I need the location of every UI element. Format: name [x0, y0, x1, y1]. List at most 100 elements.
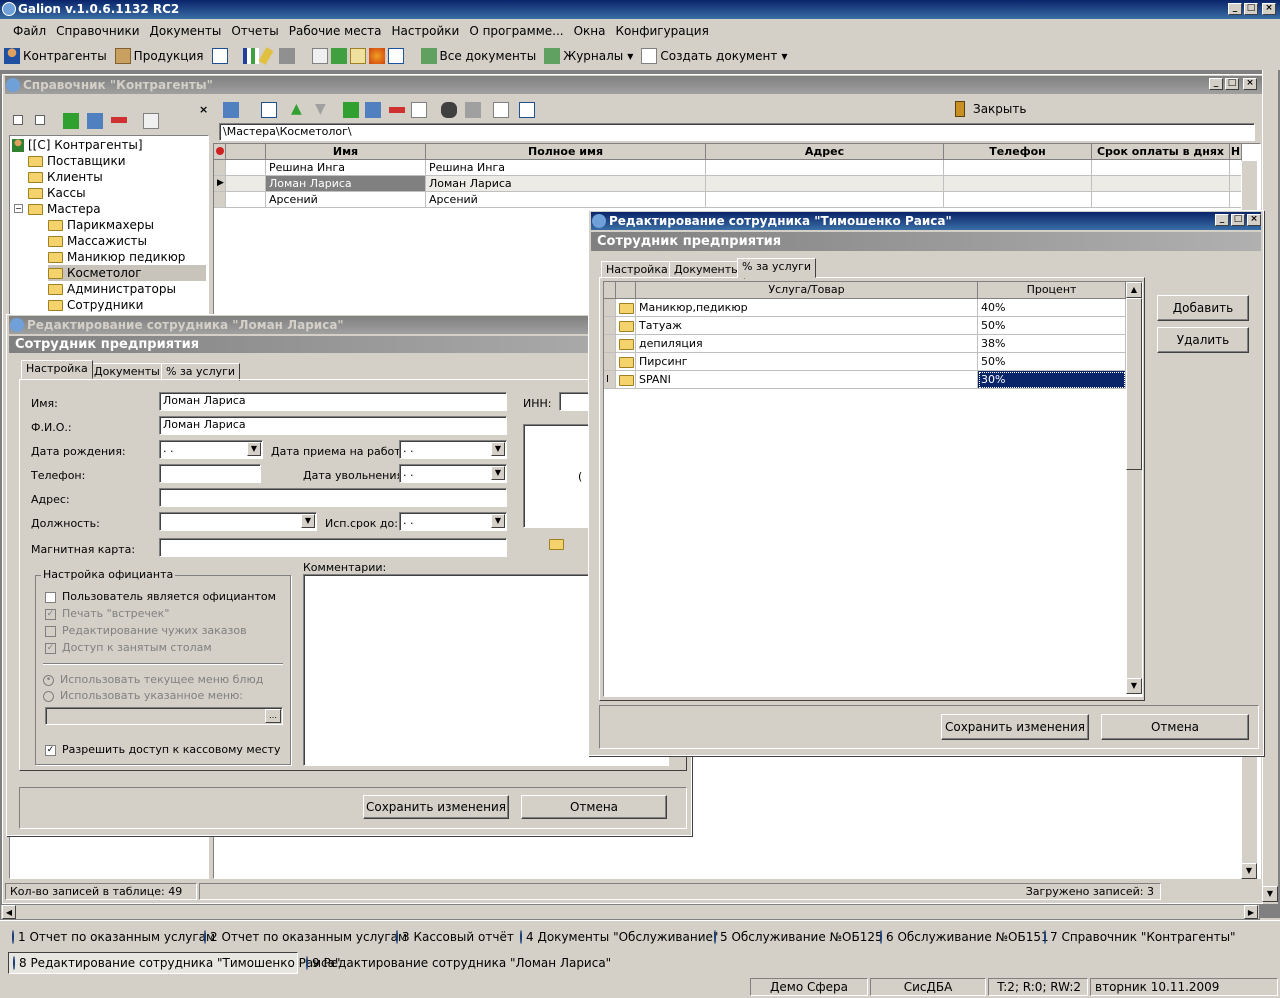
path-field[interactable]: \Мастера\Косметолог\ — [219, 123, 1255, 141]
table-cell[interactable]: Арсений — [426, 192, 706, 208]
dropdown-icon[interactable]: ▼ — [491, 466, 505, 480]
tree-item[interactable]: Поставщики — [28, 153, 126, 169]
ellipsis-icon[interactable]: … — [265, 709, 281, 723]
create-document-button[interactable]: Создать документ ▼ — [641, 48, 787, 64]
timoshenko-cancel-button[interactable]: Отмена — [1101, 714, 1249, 740]
phone-field[interactable] — [159, 464, 261, 483]
h-scroll-left[interactable]: ◀ — [2, 905, 16, 919]
table-cell[interactable] — [944, 176, 1092, 192]
grid-scroll-down[interactable]: ▼ — [1241, 863, 1257, 879]
column-header[interactable]: Н — [1230, 144, 1242, 160]
arrow-up-icon[interactable]: ▲ — [291, 102, 307, 118]
journals-button[interactable]: Журналы ▼ — [544, 48, 633, 64]
binoculars-icon[interactable] — [441, 102, 457, 118]
checkbox-box[interactable] — [45, 625, 56, 637]
service-cell[interactable]: Маникюр,педикюр — [636, 299, 978, 317]
menu-documents[interactable]: Документы — [145, 21, 227, 41]
menu-file[interactable]: Файл — [8, 21, 51, 41]
percent-cell[interactable]: 40% — [978, 299, 1126, 317]
menu-configuration[interactable]: Конфигурация — [611, 21, 714, 41]
taskbar-window-3[interactable]: 3 Кассовый отчёт — [392, 926, 514, 948]
fire-icon[interactable] — [368, 48, 385, 64]
table-cell[interactable] — [1092, 192, 1230, 208]
row-indicator[interactable] — [604, 335, 616, 353]
percent-cell[interactable]: 30% — [978, 371, 1126, 389]
close-button[interactable]: × — [1262, 3, 1276, 15]
radio-circle[interactable] — [43, 690, 54, 702]
row-indicator[interactable] — [604, 353, 616, 371]
add-group-icon[interactable] — [63, 113, 79, 129]
h-scroll[interactable] — [0, 904, 1260, 920]
table-cell[interactable] — [706, 176, 944, 192]
checkbox-box[interactable]: ✓ — [45, 744, 56, 756]
menu-reports[interactable]: Отчеты — [226, 21, 283, 41]
tree-item[interactable]: Администраторы — [48, 281, 176, 297]
all-documents-button[interactable]: Все документы — [420, 48, 536, 64]
row-indicator[interactable] — [214, 192, 226, 208]
fire-date-field[interactable]: . . ▼ — [399, 464, 507, 483]
table-cell[interactable]: Ломан Лариса — [426, 176, 706, 192]
menu-references[interactable]: Справочники — [51, 21, 144, 41]
tree-item[interactable]: [[С] Контрагенты] — [12, 137, 143, 153]
tree-item[interactable]: − Мастера — [14, 201, 101, 217]
percent-cell[interactable]: 50% — [978, 353, 1126, 371]
radio-current-menu[interactable]: • Использовать текущее меню блюд — [43, 673, 263, 686]
table-cell[interactable] — [944, 192, 1092, 208]
table-cell[interactable] — [944, 160, 1092, 176]
menu-about[interactable]: О программе... — [464, 21, 568, 41]
contractors-minimize[interactable]: _ — [1209, 78, 1223, 90]
checkbox-access-tables[interactable]: ✓ Доступ к занятым столам — [45, 641, 212, 654]
taskbar-window-6[interactable]: 6 Обслуживание №ОБ151 — [876, 926, 1049, 948]
tree-item[interactable]: Клиенты — [28, 169, 103, 185]
tab-percent[interactable]: % за услуги — [737, 258, 817, 278]
percent-cell[interactable]: 38% — [978, 335, 1126, 353]
position-field[interactable]: ▼ — [159, 512, 317, 531]
maximize-button[interactable]: □ — [1244, 3, 1258, 15]
dropdown-icon[interactable]: ▼ — [247, 442, 261, 456]
contractors-button[interactable]: Контрагенты — [4, 48, 107, 64]
taskbar-window-5[interactable]: 5 Обслуживание №ОБ125 — [710, 926, 883, 948]
timoshenko-maximize[interactable]: □ — [1231, 214, 1245, 226]
timoshenko-close[interactable]: × — [1247, 214, 1261, 226]
docs-icon[interactable] — [311, 48, 328, 64]
column-header[interactable]: Срок оплаты в днях — [1092, 144, 1230, 160]
check-icon[interactable] — [349, 48, 366, 64]
table-cell[interactable] — [706, 192, 944, 208]
table-cell[interactable]: Решина Инга — [266, 160, 426, 176]
close-ref-button[interactable]: Закрыть — [955, 101, 1026, 117]
percent-cell[interactable]: 50% — [978, 317, 1126, 335]
tools-icon[interactable] — [278, 48, 295, 64]
table-cell[interactable] — [706, 160, 944, 176]
radio-specific-menu[interactable]: Использовать указанное меню: — [43, 689, 243, 702]
table-cell[interactable] — [1092, 176, 1230, 192]
column-header[interactable]: Имя — [266, 144, 426, 160]
tree-item[interactable]: Маникюр педикюр — [48, 249, 185, 265]
dropdown-icon[interactable]: ▼ — [491, 514, 505, 528]
checkbox-allow-cash[interactable]: ✓ Разрешить доступ к кассовому месту — [45, 743, 280, 756]
row-select-cell[interactable] — [226, 160, 266, 176]
tree-item[interactable]: Парикмахеры — [48, 217, 154, 233]
mdi-scroll-down[interactable]: ▼ — [1262, 886, 1278, 902]
row-indicator[interactable]: ▶ — [214, 176, 226, 192]
menu-settings[interactable]: Настройки — [387, 21, 465, 41]
add-icon[interactable] — [343, 102, 359, 118]
taskbar-window-7[interactable]: 7 Справочник "Контрагенты" — [1040, 926, 1236, 948]
menu-field[interactable]: … — [45, 707, 283, 725]
tree-item[interactable]: Массажисты — [48, 233, 147, 249]
arrow-down-icon[interactable]: ▼ — [315, 102, 331, 118]
mdi-vscroll[interactable] — [1262, 70, 1278, 904]
collapse-all-icon[interactable] — [35, 115, 45, 125]
address-field[interactable] — [159, 488, 507, 507]
row-indicator[interactable] — [214, 160, 226, 176]
print-icon[interactable] — [465, 102, 481, 118]
checkbox-box[interactable]: ✓ — [45, 642, 56, 654]
menu-windows[interactable]: Окна — [569, 21, 611, 41]
menu-workplaces[interactable]: Рабочие места — [284, 21, 387, 41]
expand-all-icon[interactable] — [13, 115, 23, 125]
products-button[interactable]: Продукция — [114, 48, 204, 64]
delete-group-icon[interactable] — [111, 117, 127, 123]
column-header[interactable]: Телефон — [944, 144, 1092, 160]
taskbar-window-2[interactable]: 2 Отчет по оказанным услугам — [200, 926, 407, 948]
contractors-close[interactable]: × — [1243, 78, 1257, 90]
taskbar-window-1[interactable]: 1 Отчет по оказанным услугам — [8, 926, 215, 948]
